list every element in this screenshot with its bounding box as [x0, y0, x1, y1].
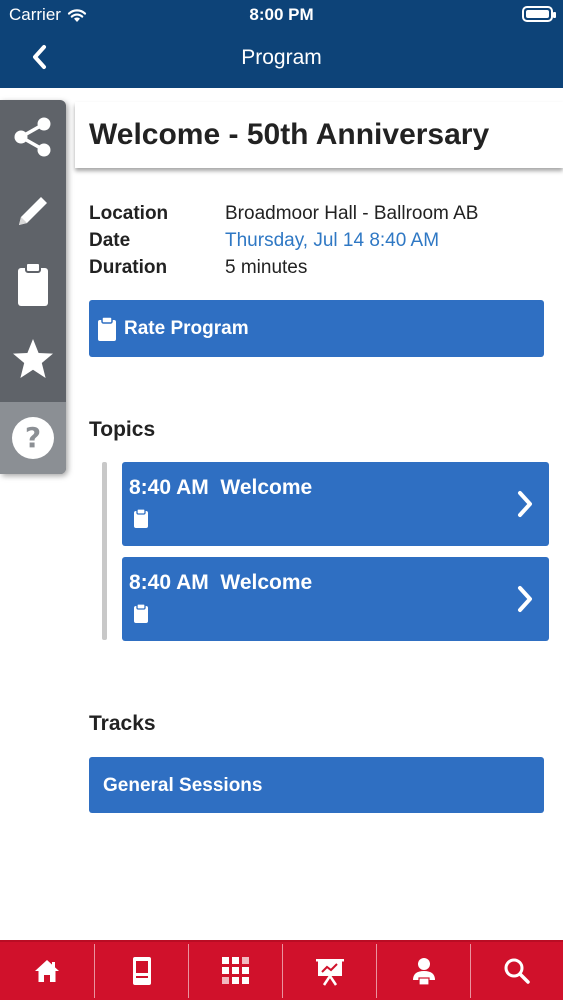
tab-grid[interactable]: [189, 942, 283, 1000]
topic-title: 8:40 AM Welcome: [129, 571, 312, 595]
program-title-card: Welcome - 50th Anniversary: [75, 102, 563, 168]
date-label: Date: [89, 230, 131, 251]
duration-label: Duration: [89, 257, 168, 278]
rate-program-button[interactable]: Rate Program: [89, 300, 544, 357]
rate-program-label: Rate Program: [124, 318, 249, 339]
track-label: General Sessions: [103, 775, 263, 796]
program-title: Welcome - 50th Anniversary: [89, 118, 490, 151]
duration-value: 5 minutes: [225, 257, 308, 278]
svg-text:?: ?: [25, 421, 41, 454]
nav-header: Carrier 8:00 PM Program: [0, 0, 563, 88]
status-bar: Carrier 8:00 PM: [0, 0, 563, 30]
location-label: Location: [89, 203, 169, 224]
star-icon: [13, 339, 53, 378]
search-icon: [504, 958, 530, 984]
topic-name: Welcome: [220, 571, 313, 594]
tracks-heading: Tracks: [89, 712, 156, 735]
topic-name: Welcome: [220, 476, 313, 499]
topic-time: 8:40 AM: [129, 476, 209, 499]
topic-title: 8:40 AM Welcome: [129, 476, 312, 500]
help-icon: ?: [12, 417, 54, 459]
side-toolbar: ?: [0, 100, 66, 474]
grid-icon: [222, 957, 249, 984]
share-icon: [14, 117, 51, 157]
tab-home[interactable]: [0, 942, 94, 1000]
track-item-general-sessions[interactable]: General Sessions: [89, 757, 544, 813]
help-button[interactable]: ?: [0, 402, 66, 474]
topic-item[interactable]: 8:40 AM Welcome: [122, 557, 549, 641]
clipboard-icon: [134, 508, 148, 528]
pencil-icon: [19, 197, 47, 225]
favorite-button[interactable]: [0, 322, 66, 396]
location-value: Broadmoor Hall - Ballroom AB: [225, 203, 479, 224]
topics-heading: Topics: [89, 418, 156, 441]
date-link[interactable]: Thursday, Jul 14 8:40 AM: [225, 230, 439, 252]
battery-icon: [522, 6, 556, 22]
topic-item[interactable]: 8:40 AM Welcome: [122, 462, 549, 546]
speaker-icon: [413, 958, 435, 986]
clipboard-icon: [134, 603, 148, 623]
clipboard-icon: [18, 262, 48, 306]
presentation-icon: [316, 959, 344, 986]
chevron-right-icon: [518, 491, 532, 517]
clipboard-icon: [98, 316, 116, 341]
chevron-right-icon: [518, 586, 532, 612]
topic-time: 8:40 AM: [129, 571, 209, 594]
tab-presentations[interactable]: [283, 942, 377, 1000]
bottom-tab-bar: [0, 940, 563, 1000]
status-time: 8:00 PM: [249, 5, 314, 24]
tab-speakers[interactable]: [377, 942, 471, 1000]
notes-button[interactable]: [0, 174, 66, 248]
page-title: Program: [241, 46, 322, 69]
tab-search[interactable]: [471, 942, 563, 1000]
survey-button[interactable]: [0, 248, 66, 322]
topics-rail: [102, 462, 107, 640]
tab-kiosk[interactable]: [95, 942, 189, 1000]
kiosk-icon: [133, 957, 151, 985]
share-button[interactable]: [0, 100, 66, 174]
home-icon: [35, 960, 59, 982]
